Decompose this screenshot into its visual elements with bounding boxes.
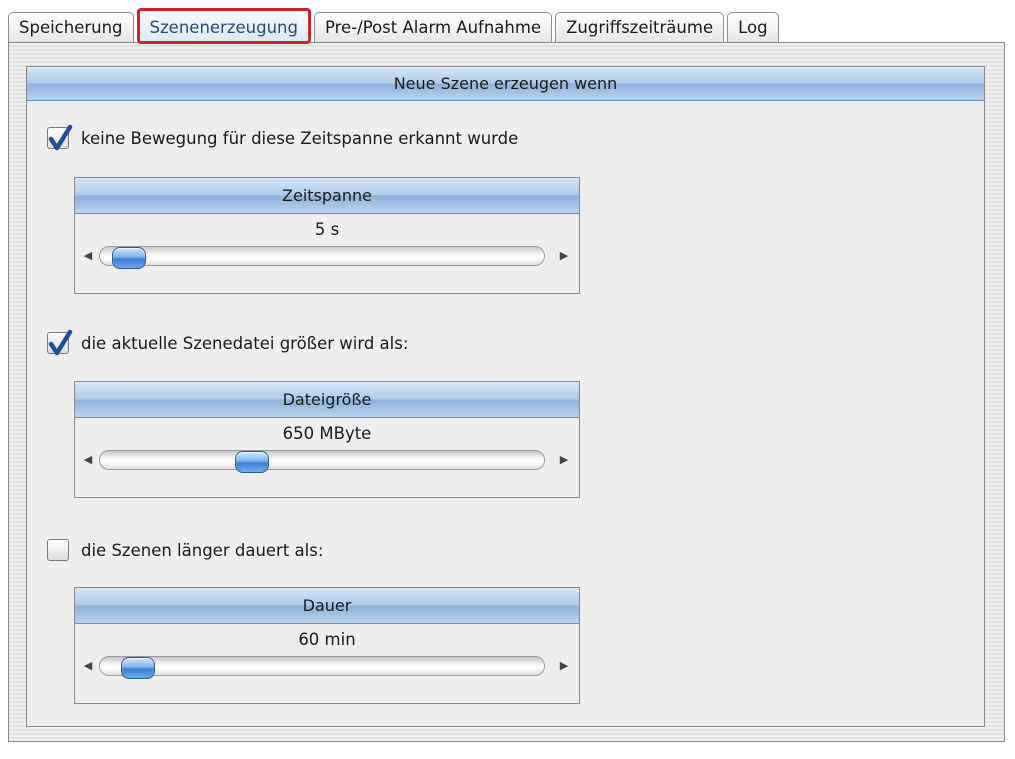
tab-log[interactable]: Log bbox=[727, 12, 779, 44]
no-motion-checkbox[interactable] bbox=[47, 124, 73, 151]
tab-bar: Speicherung Szenenerzeugung Pre-/Post Al… bbox=[8, 8, 782, 44]
file-size-label: die aktuelle Szenedatei größer wird als: bbox=[81, 333, 409, 353]
file-size-checkbox[interactable] bbox=[47, 329, 73, 356]
tab-zugriffszeitraeume[interactable]: Zugriffszeiträume bbox=[555, 12, 725, 44]
timespan-slider-thumb[interactable] bbox=[112, 247, 146, 269]
arrow-right-icon[interactable]: ▶ bbox=[557, 656, 571, 676]
file-size-slider-thumb[interactable] bbox=[235, 451, 269, 473]
scene-settings-group: Neue Szene erzeugen wenn keine Bewegung … bbox=[26, 66, 985, 727]
duration-label: die Szenen länger dauert als: bbox=[81, 540, 324, 560]
arrow-right-icon[interactable]: ▶ bbox=[557, 450, 571, 470]
arrow-left-icon[interactable]: ◀ bbox=[81, 246, 95, 266]
duration-slider: ◀ ▶ bbox=[75, 652, 579, 680]
file-size-slider: ◀ ▶ bbox=[75, 446, 579, 474]
arrow-left-icon[interactable]: ◀ bbox=[81, 450, 95, 470]
duration-slider-value: 60 min bbox=[298, 630, 356, 649]
check-icon bbox=[48, 329, 73, 356]
timespan-slider-track[interactable] bbox=[99, 246, 545, 269]
check-icon bbox=[48, 124, 73, 151]
condition-no-motion-row: keine Bewegung für diese Zeitspanne erka… bbox=[47, 124, 519, 151]
timespan-slider-value: 5 s bbox=[314, 220, 340, 239]
arrow-right-icon[interactable]: ▶ bbox=[557, 246, 571, 266]
no-motion-label: keine Bewegung für diese Zeitspanne erka… bbox=[81, 128, 519, 148]
condition-file-size-row: die aktuelle Szenedatei größer wird als: bbox=[47, 329, 409, 356]
condition-duration-row: die Szenen länger dauert als: bbox=[47, 539, 323, 561]
tab-pre-post-alarm-aufnahme[interactable]: Pre-/Post Alarm Aufnahme bbox=[313, 12, 553, 44]
timespan-slider-title: Zeitspanne bbox=[75, 178, 579, 214]
tab-panel: Neue Szene erzeugen wenn keine Bewegung … bbox=[8, 42, 1005, 742]
file-size-slider-title: Dateigröße bbox=[75, 382, 579, 418]
timespan-slider-group: Zeitspanne 5 s ◀ ▶ bbox=[74, 177, 580, 294]
arrow-left-icon[interactable]: ◀ bbox=[81, 656, 95, 676]
duration-checkbox[interactable] bbox=[47, 539, 69, 561]
duration-slider-group: Dauer 60 min ◀ ▶ bbox=[74, 587, 580, 704]
duration-slider-track[interactable] bbox=[99, 656, 545, 679]
file-size-slider-group: Dateigröße 650 MByte ◀ ▶ bbox=[74, 381, 580, 498]
tab-szenenerzeugung[interactable]: Szenenerzeugung bbox=[136, 8, 311, 44]
timespan-slider: ◀ ▶ bbox=[75, 242, 579, 270]
file-size-slider-track[interactable] bbox=[99, 450, 545, 473]
duration-slider-title: Dauer bbox=[75, 588, 579, 624]
group-header: Neue Szene erzeugen wenn bbox=[27, 67, 984, 101]
duration-slider-thumb[interactable] bbox=[121, 657, 155, 679]
file-size-slider-value: 650 MByte bbox=[282, 424, 372, 443]
tab-speicherung[interactable]: Speicherung bbox=[8, 12, 134, 44]
